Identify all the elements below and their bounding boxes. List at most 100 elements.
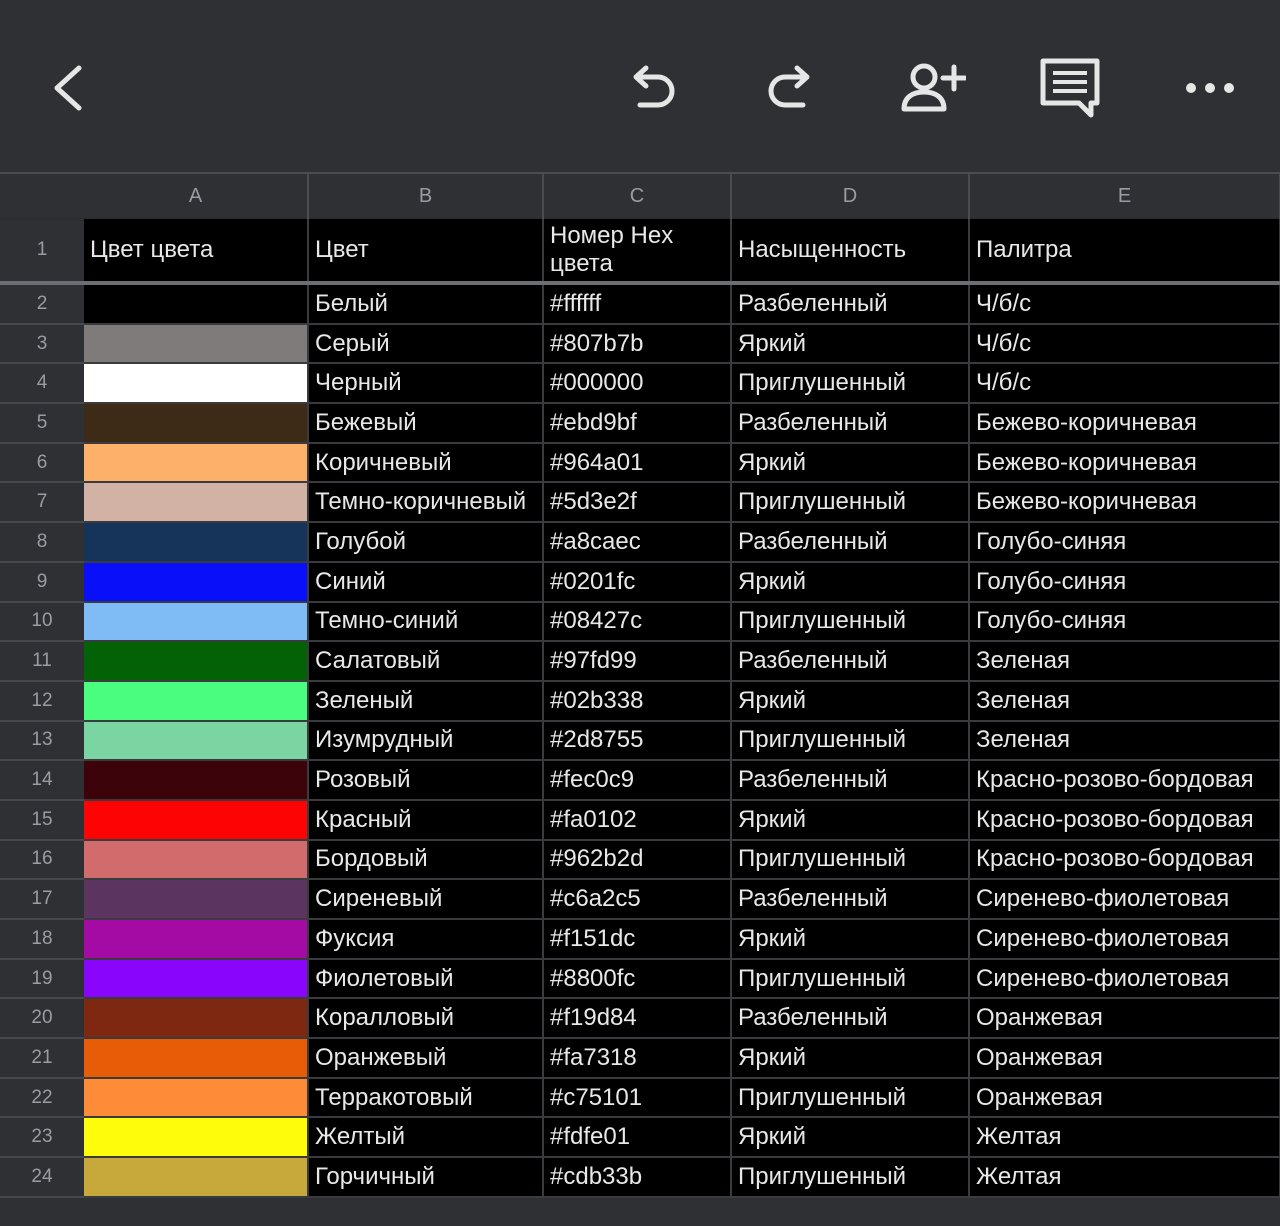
hex-code-cell[interactable]: #c6a2c5 xyxy=(543,879,732,920)
palette-cell[interactable]: Сиренево-фиолетовая xyxy=(969,958,1280,1000)
row-number[interactable]: 13 xyxy=(0,720,84,762)
saturation-cell[interactable]: Яркий xyxy=(731,442,970,484)
color-name-cell[interactable]: Зеленый xyxy=(308,680,544,722)
color-swatch-cell[interactable] xyxy=(84,641,309,682)
color-name-cell[interactable]: Коричневый xyxy=(308,442,544,484)
saturation-cell[interactable]: Яркий xyxy=(731,561,970,603)
color-swatch-cell[interactable] xyxy=(84,839,309,881)
saturation-cell[interactable]: Разбеленный xyxy=(731,879,970,920)
saturation-cell[interactable]: Приглушенный xyxy=(731,363,970,405)
color-name-cell[interactable]: Черный xyxy=(308,363,544,405)
color-swatch-cell[interactable] xyxy=(84,760,309,801)
row-number[interactable]: 20 xyxy=(0,998,84,1040)
color-swatch-cell[interactable] xyxy=(84,1117,309,1159)
row-number[interactable]: 11 xyxy=(0,641,84,682)
undo-button[interactable] xyxy=(607,43,697,133)
hex-code-cell[interactable]: #000000 xyxy=(543,363,732,405)
comment-button[interactable] xyxy=(1025,43,1115,133)
saturation-cell[interactable]: Разбеленный xyxy=(731,760,970,801)
palette-cell[interactable]: Бежево-коричневая xyxy=(969,482,1280,524)
hex-code-cell[interactable]: #964a01 xyxy=(543,442,732,484)
header-cell-saturation[interactable]: Насыщенность xyxy=(731,218,970,285)
row-number[interactable]: 18 xyxy=(0,919,84,960)
row-number[interactable]: 4 xyxy=(0,363,84,405)
color-swatch-cell[interactable] xyxy=(84,1077,309,1119)
saturation-cell[interactable]: Разбеленный xyxy=(731,641,970,682)
color-swatch-cell[interactable] xyxy=(84,601,309,643)
share-button[interactable] xyxy=(886,43,976,133)
palette-cell[interactable]: Ч/б/с xyxy=(969,283,1280,325)
color-name-cell[interactable]: Терракотовый xyxy=(308,1077,544,1119)
saturation-cell[interactable]: Разбеленный xyxy=(731,998,970,1040)
color-swatch-cell[interactable] xyxy=(84,680,309,722)
saturation-cell[interactable]: Разбеленный xyxy=(731,522,970,563)
palette-cell[interactable]: Желтая xyxy=(969,1117,1280,1159)
palette-cell[interactable]: Ч/б/с xyxy=(969,363,1280,405)
palette-cell[interactable]: Желтая xyxy=(969,1157,1280,1198)
palette-cell[interactable]: Зеленая xyxy=(969,641,1280,682)
hex-code-cell[interactable]: #fdfe01 xyxy=(543,1117,732,1159)
color-name-cell[interactable]: Белый xyxy=(308,283,544,325)
saturation-cell[interactable]: Яркий xyxy=(731,1038,970,1079)
row-number[interactable]: 21 xyxy=(0,1038,84,1079)
row-number[interactable]: 2 xyxy=(0,283,84,325)
color-name-cell[interactable]: Бордовый xyxy=(308,839,544,881)
palette-cell[interactable]: Голубо-синяя xyxy=(969,561,1280,603)
palette-cell[interactable]: Ч/б/с xyxy=(969,323,1280,365)
palette-cell[interactable]: Красно-розово-бордовая xyxy=(969,839,1280,881)
color-name-cell[interactable]: Темно-коричневый xyxy=(308,482,544,524)
hex-code-cell[interactable]: #a8caec xyxy=(543,522,732,563)
hex-code-cell[interactable]: #5d3e2f xyxy=(543,482,732,524)
row-number[interactable]: 10 xyxy=(0,601,84,643)
palette-cell[interactable]: Оранжевая xyxy=(969,1077,1280,1119)
saturation-cell[interactable]: Приглушенный xyxy=(731,958,970,1000)
palette-cell[interactable]: Оранжевая xyxy=(969,998,1280,1040)
row-number[interactable]: 24 xyxy=(0,1157,84,1198)
color-swatch-cell[interactable] xyxy=(84,919,309,960)
saturation-cell[interactable]: Разбеленный xyxy=(731,283,970,325)
saturation-cell[interactable]: Приглушенный xyxy=(731,1077,970,1119)
color-name-cell[interactable]: Коралловый xyxy=(308,998,544,1040)
row-number[interactable]: 1 xyxy=(0,218,84,285)
column-header-b[interactable]: B xyxy=(308,172,544,219)
hex-code-cell[interactable]: #08427c xyxy=(543,601,732,643)
hex-code-cell[interactable]: #ffffff xyxy=(543,283,732,325)
row-number[interactable]: 16 xyxy=(0,839,84,881)
palette-cell[interactable]: Зеленая xyxy=(969,680,1280,722)
row-number[interactable]: 12 xyxy=(0,680,84,722)
row-number[interactable]: 6 xyxy=(0,442,84,484)
hex-code-cell[interactable]: #cdb33b xyxy=(543,1157,732,1198)
hex-code-cell[interactable]: #f19d84 xyxy=(543,998,732,1040)
color-name-cell[interactable]: Бежевый xyxy=(308,403,544,444)
row-number[interactable]: 22 xyxy=(0,1077,84,1119)
saturation-cell[interactable]: Приглушенный xyxy=(731,601,970,643)
saturation-cell[interactable]: Приглушенный xyxy=(731,839,970,881)
color-swatch-cell[interactable] xyxy=(84,1157,309,1198)
color-swatch-cell[interactable] xyxy=(84,561,309,603)
saturation-cell[interactable]: Разбеленный xyxy=(731,403,970,444)
row-number[interactable]: 7 xyxy=(0,482,84,524)
saturation-cell[interactable]: Приглушенный xyxy=(731,1157,970,1198)
column-header-d[interactable]: D xyxy=(731,172,970,219)
palette-cell[interactable]: Голубо-синяя xyxy=(969,601,1280,643)
color-swatch-cell[interactable] xyxy=(84,879,309,920)
hex-code-cell[interactable]: #ebd9bf xyxy=(543,403,732,444)
color-swatch-cell[interactable] xyxy=(84,1038,309,1079)
saturation-cell[interactable]: Яркий xyxy=(731,799,970,841)
color-name-cell[interactable]: Розовый xyxy=(308,760,544,801)
more-button[interactable] xyxy=(1165,43,1255,133)
color-name-cell[interactable]: Горчичный xyxy=(308,1157,544,1198)
palette-cell[interactable]: Зеленая xyxy=(969,720,1280,762)
hex-code-cell[interactable]: #962b2d xyxy=(543,839,732,881)
hex-code-cell[interactable]: #807b7b xyxy=(543,323,732,365)
color-swatch-cell[interactable] xyxy=(84,283,309,325)
color-swatch-cell[interactable] xyxy=(84,403,309,444)
color-name-cell[interactable]: Красный xyxy=(308,799,544,841)
saturation-cell[interactable]: Яркий xyxy=(731,919,970,960)
color-swatch-cell[interactable] xyxy=(84,799,309,841)
hex-code-cell[interactable]: #8800fc xyxy=(543,958,732,1000)
saturation-cell[interactable]: Яркий xyxy=(731,680,970,722)
saturation-cell[interactable]: Приглушенный xyxy=(731,720,970,762)
row-number[interactable]: 15 xyxy=(0,799,84,841)
header-cell-hex[interactable]: Номер Hex цвета xyxy=(543,218,732,285)
